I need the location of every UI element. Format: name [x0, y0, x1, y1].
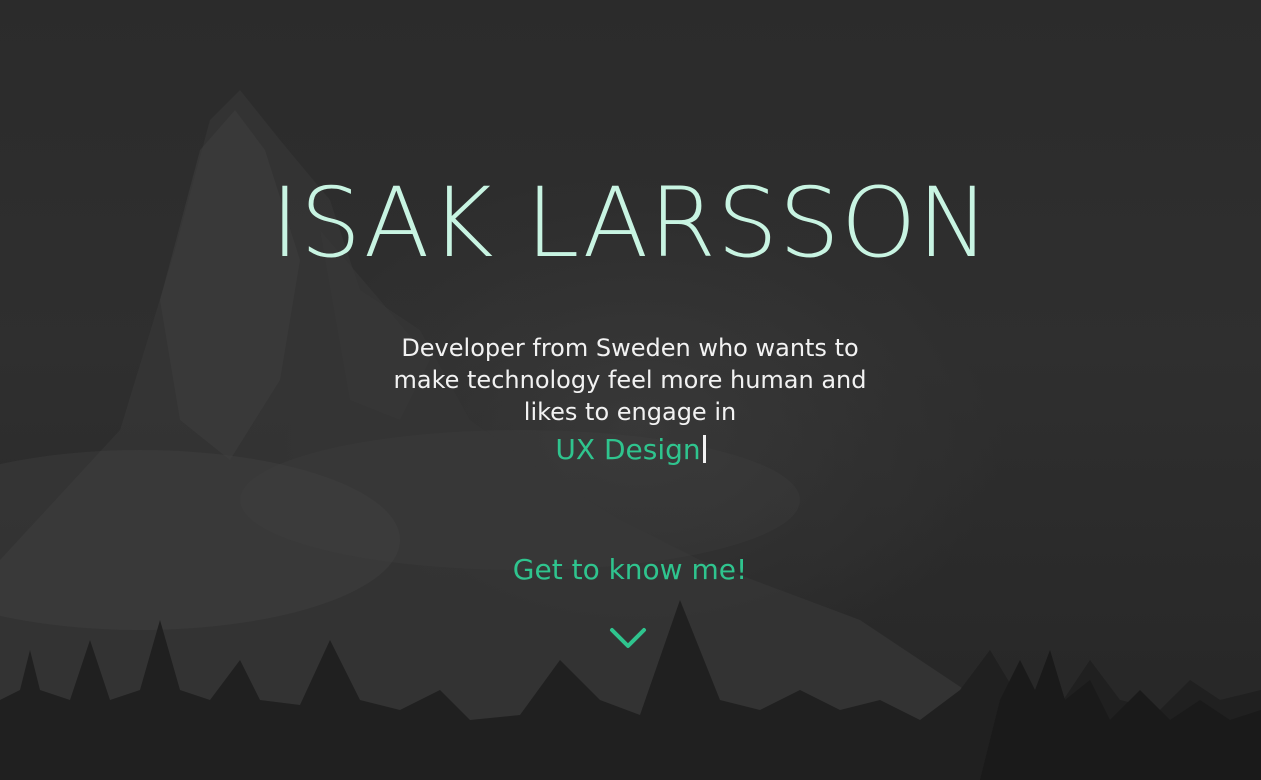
hero-content: ISAK LARSSON Developer from Sweden who w… [0, 0, 1261, 780]
typed-text-line: UX Design [0, 432, 1261, 468]
typed-word: UX Design [555, 433, 701, 466]
typing-cursor [702, 435, 706, 463]
chevron-down-icon[interactable] [608, 624, 648, 652]
hero-tagline: Developer from Sweden who wants to make … [393, 334, 867, 426]
hero-section: ISAK LARSSON Developer from Sweden who w… [0, 0, 1261, 780]
hero-title: ISAK LARSSON [270, 167, 991, 279]
get-to-know-me-link[interactable]: Get to know me! [480, 550, 780, 590]
